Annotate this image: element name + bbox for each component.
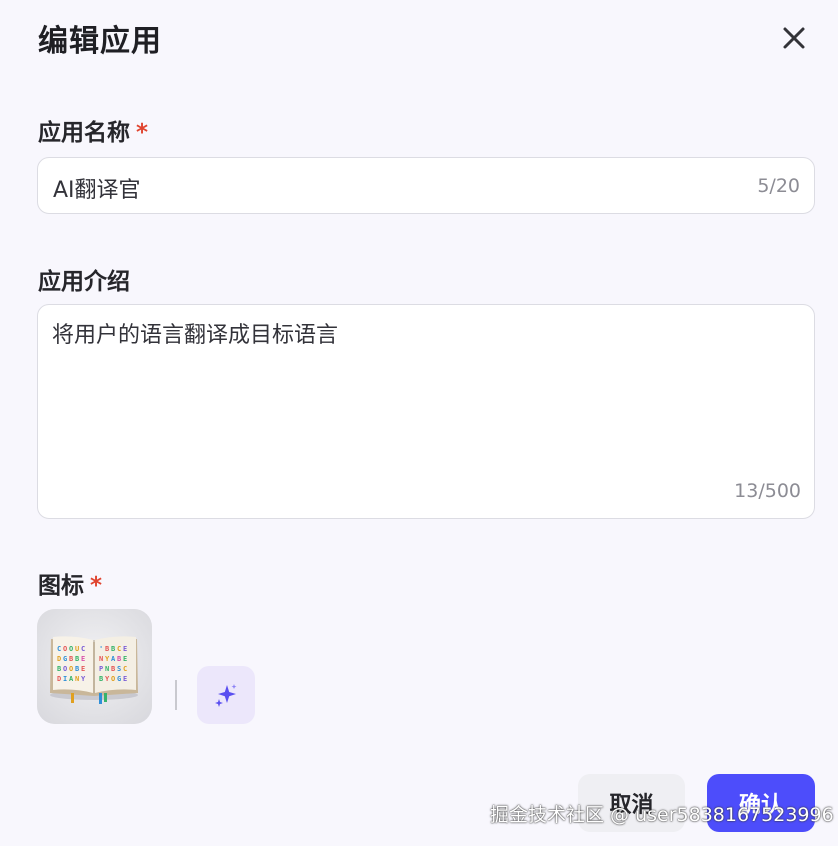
app-name-counter: 5/20 (757, 175, 800, 197)
svg-text:I: I (63, 675, 67, 683)
close-button[interactable] (776, 20, 812, 56)
app-desc-textarea[interactable]: 将用户的语言翻译成目标语言 13/500 (37, 304, 815, 519)
app-name-input[interactable]: AI翻译官 5/20 (37, 157, 815, 214)
required-mark: * (90, 573, 103, 599)
svg-text:B: B (75, 655, 79, 663)
svg-text:D: D (57, 675, 61, 683)
app-desc-label: 应用介绍 (38, 269, 130, 295)
svg-text:C: C (57, 645, 61, 653)
svg-text:O: O (63, 645, 67, 653)
svg-text:': ' (99, 645, 103, 653)
sparkle-icon (215, 684, 237, 707)
svg-text:C: C (123, 665, 127, 673)
app-name-label-text: 应用名称 (38, 120, 130, 146)
edit-app-dialog: 编辑应用 应用名称 * AI翻译官 5/20 应用介绍 将用户的语言翻译成目标语言… (0, 0, 838, 846)
open-book-icon: COOUC DGBBE BOOBE DIANY ' B B C E NYABE PNBS… (37, 609, 152, 724)
svg-text:B: B (75, 665, 79, 673)
app-name-label: 应用名称 * (38, 113, 148, 147)
svg-text:G: G (63, 655, 67, 663)
generate-icon-button[interactable] (197, 666, 255, 724)
svg-text:O: O (111, 675, 115, 683)
icon-divider (175, 680, 177, 710)
svg-text:C: C (81, 645, 85, 653)
svg-text:S: S (117, 665, 121, 673)
svg-text:B: B (117, 655, 121, 663)
svg-text:N: N (75, 675, 79, 683)
svg-text:G: G (117, 675, 121, 683)
svg-text:O: O (69, 645, 73, 653)
svg-text:D: D (57, 655, 61, 663)
svg-text:O: O (69, 665, 73, 673)
app-desc-value: 将用户的语言翻译成目标语言 (52, 323, 339, 348)
svg-text:E: E (123, 675, 127, 683)
svg-text:B: B (69, 655, 73, 663)
app-icon-image[interactable]: COOUC DGBBE BOOBE DIANY ' B B C E NYABE PNBS… (37, 609, 152, 724)
svg-text:B: B (99, 675, 103, 683)
svg-text:E: E (123, 645, 127, 653)
svg-text:P: P (99, 665, 103, 673)
watermark-text: 掘金技术社区 @ user5838167523996 (490, 804, 834, 826)
svg-text:N: N (105, 665, 109, 673)
app-name-value: AI翻译官 (53, 178, 141, 203)
icon-label-text: 图标 (38, 573, 84, 599)
svg-text:B: B (111, 665, 115, 673)
svg-text:B: B (57, 665, 61, 673)
svg-text:B: B (105, 645, 109, 653)
svg-text:O: O (63, 665, 67, 673)
close-icon (783, 27, 805, 49)
svg-text:C: C (117, 645, 121, 653)
svg-text:E: E (123, 655, 127, 663)
svg-text:E: E (81, 665, 85, 673)
svg-text:E: E (81, 655, 85, 663)
svg-text:U: U (75, 645, 79, 653)
dialog-title: 编辑应用 (38, 24, 162, 59)
icon-label: 图标 * (38, 566, 102, 600)
svg-text:N: N (99, 655, 103, 663)
svg-text:B: B (111, 645, 115, 653)
required-mark: * (136, 120, 149, 146)
app-desc-counter: 13/500 (734, 480, 801, 502)
